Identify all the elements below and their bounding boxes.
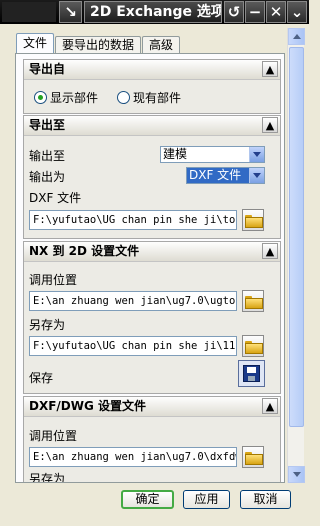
- dxf-save-as-label: 另存为: [29, 472, 66, 483]
- folder-icon: [245, 295, 263, 309]
- close-icon[interactable]: ✕: [266, 1, 286, 23]
- dxf-settings-group: DXF/DWG 设置文件 ▲ 调用位置 E:\an zhuang wen jia…: [23, 396, 281, 483]
- title-bar-grip[interactable]: [2, 2, 56, 22]
- folder-icon: [245, 340, 263, 354]
- scroll-up-icon[interactable]: [288, 28, 305, 45]
- scroll-down-icon[interactable]: [288, 466, 305, 483]
- output-to-select[interactable]: 建模: [160, 146, 265, 163]
- collapse-icon[interactable]: ▲: [262, 398, 278, 414]
- nx2d-settings-group: NX 到 2D 设置文件 ▲ 调用位置 E:\an zhuang wen jia…: [23, 241, 281, 394]
- radio-show-part[interactable]: 显示部件: [34, 89, 98, 106]
- cancel-button[interactable]: 取消: [240, 490, 291, 509]
- export-from-group: 导出自 ▲ 显示部件 现有部件: [23, 59, 281, 114]
- output-as-label: 输出为: [29, 170, 66, 184]
- output-as-value: DXF 文件: [189, 168, 242, 182]
- browse-dxf-call-button[interactable]: [242, 446, 264, 468]
- radio-show-part-label: 显示部件: [50, 91, 99, 105]
- save-button[interactable]: [238, 360, 265, 387]
- radio-selected-icon[interactable]: [34, 91, 47, 104]
- collapse-icon[interactable]: ▲: [262, 117, 278, 133]
- options-panel: 导出自 ▲ 显示部件 现有部件 导出至 ▲ 输出至 建模 输出为 DXF 文件 …: [15, 53, 285, 483]
- reset-icon[interactable]: ↺: [224, 1, 244, 23]
- chevron-down-icon[interactable]: [249, 168, 264, 183]
- ok-button[interactable]: 确定: [121, 490, 174, 509]
- folder-icon: [245, 451, 263, 465]
- minimize-icon[interactable]: −: [245, 1, 265, 23]
- dxf-call-location-input[interactable]: E:\an zhuang wen jian\ug7.0\dxfdwg: [29, 447, 237, 467]
- dxf-settings-header[interactable]: DXF/DWG 设置文件 ▲: [24, 397, 280, 417]
- nx2d-settings-header[interactable]: NX 到 2D 设置文件 ▲: [24, 242, 280, 262]
- nx2d-settings-title: NX 到 2D 设置文件: [29, 244, 140, 258]
- folder-icon: [245, 214, 263, 228]
- dxf-file-path-input[interactable]: F:\yufutao\UG chan pin she ji\toux: [29, 210, 237, 230]
- dxf-file-label: DXF 文件: [29, 191, 82, 205]
- nx2d-save-as-label: 另存为: [29, 318, 66, 332]
- floppy-disk-icon: [243, 365, 260, 382]
- radio-existing-part-label: 现有部件: [133, 91, 182, 105]
- collapse-icon[interactable]: ▲: [262, 61, 278, 77]
- tab-data-to-export[interactable]: 要导出的数据: [55, 36, 142, 54]
- radio-existing-part[interactable]: 现有部件: [117, 89, 181, 106]
- tab-file[interactable]: 文件: [16, 33, 55, 54]
- nx2d-call-location-input[interactable]: E:\an zhuang wen jian\ug7.0\ugto2d: [29, 291, 237, 311]
- export-to-group: 导出至 ▲ 输出至 建模 输出为 DXF 文件 DXF 文件 F:\yufuta…: [23, 115, 281, 239]
- save-label: 保存: [29, 371, 54, 385]
- browse-dxf-button[interactable]: [242, 209, 264, 231]
- tab-bar: 文件 要导出的数据 高级: [16, 33, 181, 54]
- output-to-value: 建模: [163, 147, 188, 161]
- window-title: 2D Exchange 选项: [84, 1, 222, 23]
- nx2d-save-as-input[interactable]: F:\yufutao\UG chan pin she ji\1111: [29, 336, 237, 356]
- export-to-header[interactable]: 导出至 ▲: [24, 116, 280, 136]
- scroll-thumb[interactable]: [289, 47, 304, 427]
- dxf-settings-title: DXF/DWG 设置文件: [29, 399, 147, 413]
- nx2d-call-location-label: 调用位置: [29, 273, 78, 287]
- radio-unselected-icon[interactable]: [117, 91, 130, 104]
- dxf-call-location-label: 调用位置: [29, 429, 78, 443]
- vertical-scrollbar[interactable]: [287, 28, 305, 483]
- tab-advanced[interactable]: 高级: [142, 36, 181, 54]
- output-as-select[interactable]: DXF 文件: [186, 167, 265, 184]
- collapse-icon[interactable]: ▲: [262, 243, 278, 259]
- export-from-title: 导出自: [29, 62, 66, 76]
- output-to-label: 输出至: [29, 149, 66, 163]
- title-bar: ↘ 2D Exchange 选项 ↺ − ✕ ⌄: [0, 0, 309, 24]
- chevron-down-icon[interactable]: ⌄: [287, 1, 307, 23]
- browse-nx2d-save-button[interactable]: [242, 335, 264, 357]
- pin-icon[interactable]: ↘: [59, 1, 82, 23]
- chevron-down-icon[interactable]: [249, 147, 264, 162]
- browse-nx2d-call-button[interactable]: [242, 290, 264, 312]
- export-from-header[interactable]: 导出自 ▲: [24, 60, 280, 80]
- apply-button[interactable]: 应用: [183, 490, 230, 509]
- export-to-title: 导出至: [29, 118, 66, 132]
